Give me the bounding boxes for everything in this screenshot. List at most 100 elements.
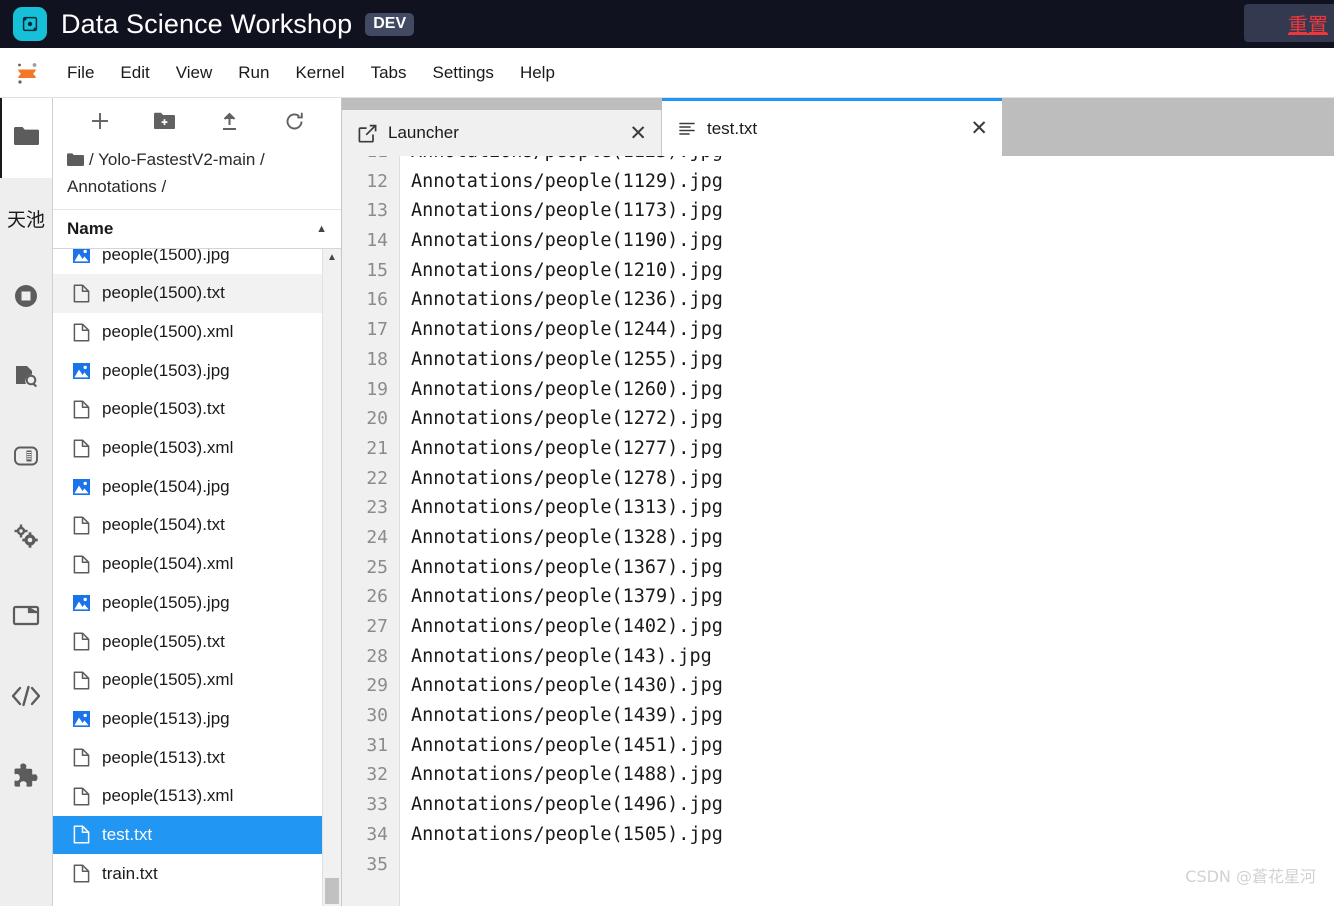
file-name: people(1505).jpg	[102, 592, 230, 612]
menu-item-tabs[interactable]: Tabs	[358, 57, 420, 89]
reset-panel[interactable]: 重置	[1244, 4, 1334, 42]
sidebar-item-property-inspector[interactable]	[0, 498, 52, 578]
code-brackets-icon	[11, 684, 41, 713]
app-root: Data Science Workshop DEV 重置 File Edit V…	[0, 0, 1334, 906]
breadcrumb[interactable]: / Yolo-FastestV2-main / Annotations /	[53, 144, 341, 209]
new-launcher-button[interactable]	[83, 106, 117, 136]
new-folder-button[interactable]	[148, 106, 182, 136]
file-name: test.txt	[102, 824, 153, 844]
text-file-icon	[72, 553, 91, 575]
file-name: people(1503).xml	[102, 438, 234, 458]
list-item[interactable]: people(1513).jpg	[53, 700, 322, 739]
line-number: 32	[366, 764, 388, 786]
line-number: 17	[366, 319, 388, 341]
code-line: Annotations/people(1439).jpg	[411, 705, 723, 727]
tab-close-icon[interactable]: ✕	[970, 118, 988, 139]
menu-item-run[interactable]: Run	[225, 57, 282, 89]
code-content[interactable]: Annotations/people(1123).jpg Annotations…	[400, 156, 1334, 906]
code-line: Annotations/people(1277).jpg	[411, 437, 723, 459]
sidebar-item-extension-manager[interactable]	[0, 738, 52, 818]
text-file-icon	[72, 398, 91, 420]
reset-link[interactable]: 重置	[1288, 9, 1328, 38]
list-item[interactable]: people(1513).xml	[53, 777, 322, 816]
tab-label: test.txt	[707, 118, 758, 138]
upload-button[interactable]	[213, 106, 247, 136]
file-list-scrollbar[interactable]: ▲	[322, 249, 341, 906]
list-item[interactable]: people(1505).xml	[53, 661, 322, 700]
tab-launcher[interactable]: Launcher ✕	[342, 110, 662, 156]
menu-item-settings[interactable]: Settings	[420, 57, 507, 89]
tab-bar: Launcher ✕ test.txt ✕	[342, 98, 1334, 156]
archive-icon	[13, 444, 39, 473]
sidebar-item-document-search[interactable]	[0, 338, 52, 418]
list-item[interactable]: people(1503).jpg	[53, 351, 322, 390]
text-file-icon	[678, 120, 696, 138]
breadcrumb-folder-icon	[67, 150, 84, 175]
list-item[interactable]: people(1500).xml	[53, 313, 322, 352]
tab-test-txt[interactable]: test.txt ✕	[662, 98, 1002, 156]
text-file-icon	[72, 785, 91, 807]
sidebar-item-running[interactable]	[0, 258, 52, 338]
line-number: 34	[366, 823, 388, 845]
refresh-button[interactable]	[278, 106, 312, 136]
code-line: Annotations/people(1244).jpg	[411, 319, 723, 341]
document-search-icon	[13, 363, 39, 394]
list-item-selected[interactable]: test.txt	[53, 815, 322, 855]
code-line: Annotations/people(1255).jpg	[411, 348, 723, 370]
image-file-icon	[72, 249, 91, 265]
sidebar-item-file-browser[interactable]	[0, 98, 52, 178]
list-item[interactable]: people(1500).jpg	[53, 249, 322, 274]
list-item[interactable]: train.txt	[53, 854, 322, 893]
menu-item-file[interactable]: File	[54, 57, 107, 89]
list-item[interactable]: people(1504).txt	[53, 506, 322, 545]
launcher-icon	[358, 124, 377, 143]
text-file-icon	[72, 863, 91, 885]
line-number: 28	[366, 645, 388, 667]
sidebar-item-tianchi[interactable]: 天池	[0, 178, 52, 258]
line-number: 30	[366, 705, 388, 727]
line-number: 12	[366, 170, 388, 192]
file-list-column-header[interactable]: Name ▲	[53, 209, 341, 250]
list-item[interactable]: people(1500).txt	[53, 273, 322, 313]
list-item[interactable]: people(1513).txt	[53, 738, 322, 777]
scrollbar-thumb[interactable]	[325, 878, 339, 904]
code-line: Annotations/people(1173).jpg	[411, 200, 723, 222]
top-header-bar: Data Science Workshop DEV 重置	[0, 0, 1334, 48]
sidebar-item-archive[interactable]	[0, 418, 52, 498]
code-line: Annotations/people(1272).jpg	[411, 408, 723, 430]
line-number: 15	[366, 259, 388, 281]
app-title: Data Science Workshop	[61, 8, 353, 39]
main-area: Launcher ✕ test.txt ✕ 11	[342, 98, 1334, 906]
file-name: people(1504).jpg	[102, 476, 230, 496]
menu-item-help[interactable]: Help	[507, 57, 568, 89]
folder-icon	[13, 125, 40, 152]
line-number: 21	[366, 437, 388, 459]
code-line: Annotations/people(1379).jpg	[411, 586, 723, 608]
puzzle-icon	[12, 762, 40, 794]
tab-label: Launcher	[388, 123, 459, 142]
text-editor[interactable]: 11 12 13 14 15 16 17 18 19 20 21 22 23 2…	[342, 156, 1334, 906]
list-item[interactable]: people(1505).jpg	[53, 583, 322, 622]
image-file-icon	[72, 476, 91, 498]
list-item[interactable]: people(1503).xml	[53, 429, 322, 468]
file-browser-panel: / Yolo-FastestV2-main / Annotations / Na…	[53, 98, 342, 906]
code-line: Annotations/people(1313).jpg	[411, 497, 723, 519]
sidebar-item-open-tabs[interactable]	[0, 578, 52, 658]
file-browser-toolbar	[53, 98, 341, 144]
menu-item-kernel[interactable]: Kernel	[282, 57, 357, 89]
file-name: people(1513).xml	[102, 786, 234, 806]
code-line: Annotations/people(1488).jpg	[411, 764, 723, 786]
tab-close-icon[interactable]: ✕	[629, 122, 647, 144]
menu-item-edit[interactable]: Edit	[107, 57, 162, 89]
image-file-icon	[72, 592, 91, 614]
line-number: 25	[366, 556, 388, 578]
list-item[interactable]: people(1505).txt	[53, 622, 322, 661]
list-item[interactable]: people(1503).txt	[53, 390, 322, 429]
list-item[interactable]: people(1504).jpg	[53, 467, 322, 506]
list-item[interactable]: people(1504).xml	[53, 545, 322, 584]
file-name: people(1503).txt	[102, 399, 225, 419]
scroll-up-icon[interactable]: ▲	[327, 252, 337, 263]
text-file-icon	[72, 669, 91, 691]
sidebar-item-code-snippets[interactable]	[0, 658, 52, 738]
menu-item-view[interactable]: View	[163, 57, 226, 89]
